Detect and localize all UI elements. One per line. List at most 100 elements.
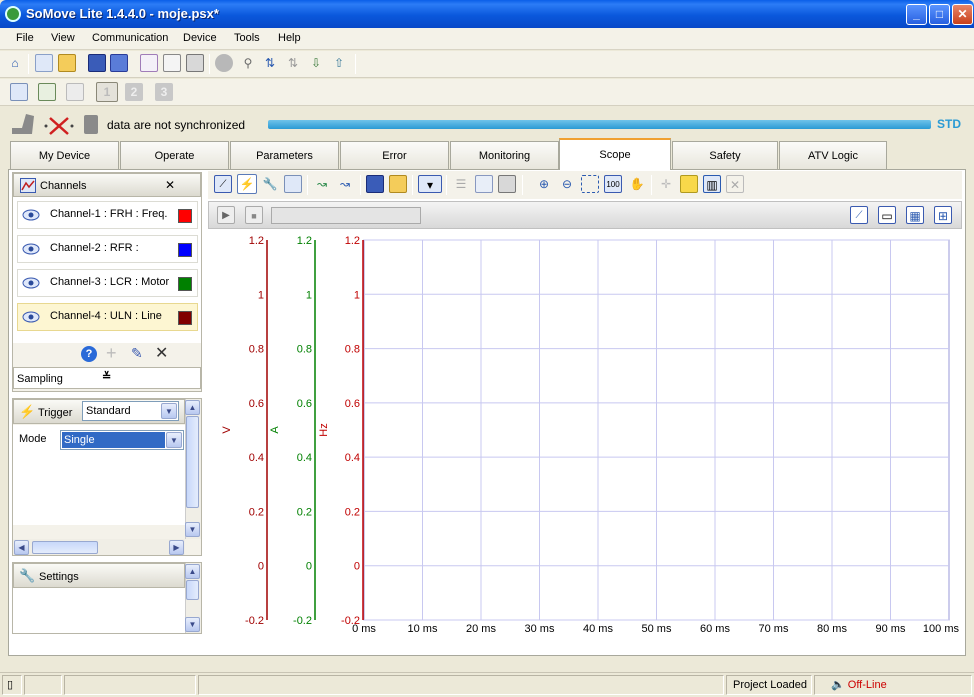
stop-icon[interactable] <box>215 54 233 72</box>
image-export-icon[interactable]: ▾ <box>418 175 442 193</box>
single-view-icon[interactable]: ▭ <box>878 206 896 224</box>
grid-view-icon[interactable]: ▦ <box>906 206 924 224</box>
layout-1-icon[interactable]: 1 <box>96 82 118 102</box>
menu-help[interactable]: Help <box>278 32 301 44</box>
tab-scope[interactable]: Scope <box>559 138 671 170</box>
tab-my-device[interactable]: My Device <box>10 141 119 169</box>
add-icon: + <box>106 343 117 363</box>
delete-icon[interactable]: ✕ <box>155 343 168 363</box>
channel-color-swatch[interactable] <box>178 277 192 291</box>
tab-atv-logic[interactable]: ATV Logic <box>779 141 887 169</box>
print-preview-icon[interactable] <box>140 54 158 72</box>
tab-safety[interactable]: Safety <box>672 141 778 169</box>
channel-row-1[interactable]: Channel-1 : FRH : Freq. <box>17 201 198 229</box>
menu-tools[interactable]: Tools <box>234 32 260 44</box>
new-project-icon[interactable] <box>35 54 53 72</box>
close-panel-icon[interactable]: ✕ <box>165 178 175 192</box>
tab-error[interactable]: Error <box>340 141 449 169</box>
y-tick-label: 1.2 <box>297 235 312 247</box>
edit-pencil-icon[interactable]: ✎ <box>131 345 143 362</box>
channel-row-4[interactable]: Channel-4 : ULN : Line <box>17 303 198 331</box>
zoom-out-icon[interactable]: ⊖ <box>558 175 576 193</box>
wrench-icon[interactable]: 🔧 <box>261 175 279 193</box>
scroll-right-arrow[interactable]: ▶ <box>169 540 184 555</box>
scroll-down-arrow[interactable]: ▼ <box>185 522 200 537</box>
menu-view[interactable]: View <box>51 32 75 44</box>
channel-row-3[interactable]: Channel-3 : LCR : Motor <box>17 269 198 297</box>
menu-communication[interactable]: Communication <box>92 32 168 44</box>
y-tick-label: 1 <box>306 289 312 301</box>
minimize-button[interactable]: _ <box>906 4 927 25</box>
visibility-eye-icon[interactable] <box>22 311 40 323</box>
hscroll-thumb[interactable] <box>32 541 98 554</box>
x-tick-label: 70 ms <box>759 623 789 635</box>
sampling-row[interactable]: Sampling ≚ <box>13 367 201 389</box>
channel-color-swatch[interactable] <box>178 243 192 257</box>
list-view-icon[interactable] <box>38 83 56 101</box>
zoom-area-icon[interactable] <box>581 175 599 193</box>
scroll-left-arrow[interactable]: ◀ <box>14 540 29 555</box>
page-setup-icon[interactable] <box>163 54 181 72</box>
scroll-up-arrow[interactable]: ▲ <box>185 400 200 415</box>
help-icon[interactable]: ? <box>81 346 97 362</box>
channel-row-2[interactable]: Channel-2 : RFR : <box>17 235 198 263</box>
scroll-down-arrow[interactable]: ▼ <box>185 617 200 632</box>
open-icon[interactable] <box>389 175 407 193</box>
y-tick-label: 0.6 <box>345 398 360 410</box>
trigger-mode-select[interactable]: Single ▼ <box>60 430 184 450</box>
visibility-eye-icon[interactable] <box>22 209 40 221</box>
trigger-tool-icon[interactable]: ⚡ <box>237 174 257 194</box>
open-folder-icon[interactable] <box>58 54 76 72</box>
visibility-eye-icon[interactable] <box>22 277 40 289</box>
channel-color-swatch[interactable] <box>178 209 192 223</box>
print-icon[interactable] <box>498 175 516 193</box>
upload-from-device-icon[interactable]: ⇧ <box>330 54 348 72</box>
scroll-thumb[interactable] <box>186 416 199 508</box>
wave-step-icon[interactable]: ↝ <box>336 175 354 193</box>
stop-icon[interactable]: ■ <box>245 206 263 224</box>
maximize-button[interactable]: □ <box>929 4 950 25</box>
acquisition-progress <box>271 207 421 224</box>
bar-chart-icon[interactable]: ▥ <box>703 175 721 193</box>
connect-icon[interactable]: ⇅ <box>261 54 279 72</box>
quad-view-icon[interactable]: ⊞ <box>934 206 952 224</box>
chevron-down-icon[interactable]: ▼ <box>166 432 182 448</box>
disconnect-icon[interactable]: ⇅ <box>284 54 302 72</box>
save-icon[interactable] <box>88 54 106 72</box>
expand-chevron-icon[interactable]: ≚ <box>102 370 111 383</box>
print-icon[interactable] <box>186 54 204 72</box>
chevron-down-icon[interactable]: ▼ <box>161 403 177 419</box>
curve-view-icon[interactable]: ⟋ <box>850 206 868 224</box>
menu-file[interactable]: File <box>16 32 34 44</box>
save-all-icon[interactable] <box>110 54 128 72</box>
copy-settings-icon[interactable] <box>284 175 302 193</box>
channel-color-swatch[interactable] <box>178 311 192 325</box>
chart-icon[interactable]: ⟋ <box>214 175 232 193</box>
home-icon[interactable]: ⌂ <box>6 54 24 72</box>
pan-hand-icon[interactable]: ✋ <box>628 175 646 193</box>
wave-forward-icon[interactable]: ↝ <box>313 175 331 193</box>
project-status-text: Project Loaded <box>733 679 807 691</box>
view-toolbar: 1 2 3 <box>0 79 974 106</box>
x-tick-label: 60 ms <box>700 623 730 635</box>
y-tick-label: 1 <box>258 289 264 301</box>
parameters-view-icon[interactable] <box>10 83 28 101</box>
download-to-device-icon[interactable]: ⇩ <box>307 54 325 72</box>
tab-operate[interactable]: Operate <box>120 141 229 169</box>
scope-chart[interactable]: 0 ms 10 ms 20 ms 30 ms 40 ms 50 ms 60 ms 70 ms 8… <box>208 230 962 652</box>
tab-parameters[interactable]: Parameters <box>230 141 339 169</box>
visibility-eye-icon[interactable] <box>22 243 40 255</box>
scan-network-icon[interactable]: ⚲ <box>239 54 257 72</box>
trigger-type-select[interactable]: Standard ▼ <box>82 401 179 421</box>
play-icon[interactable]: ▶ <box>217 206 235 224</box>
zoom-100-icon[interactable]: 100 <box>604 175 622 193</box>
zoom-in-icon[interactable]: ⊕ <box>535 175 553 193</box>
menu-device[interactable]: Device <box>183 32 217 44</box>
save-icon[interactable] <box>366 175 384 193</box>
tab-monitoring[interactable]: Monitoring <box>450 141 559 169</box>
note-icon[interactable] <box>680 175 698 193</box>
scroll-up-arrow[interactable]: ▲ <box>185 564 200 579</box>
close-window-button[interactable]: ✕ <box>952 4 973 25</box>
scroll-thumb[interactable] <box>186 580 199 600</box>
copy-icon[interactable] <box>475 175 493 193</box>
